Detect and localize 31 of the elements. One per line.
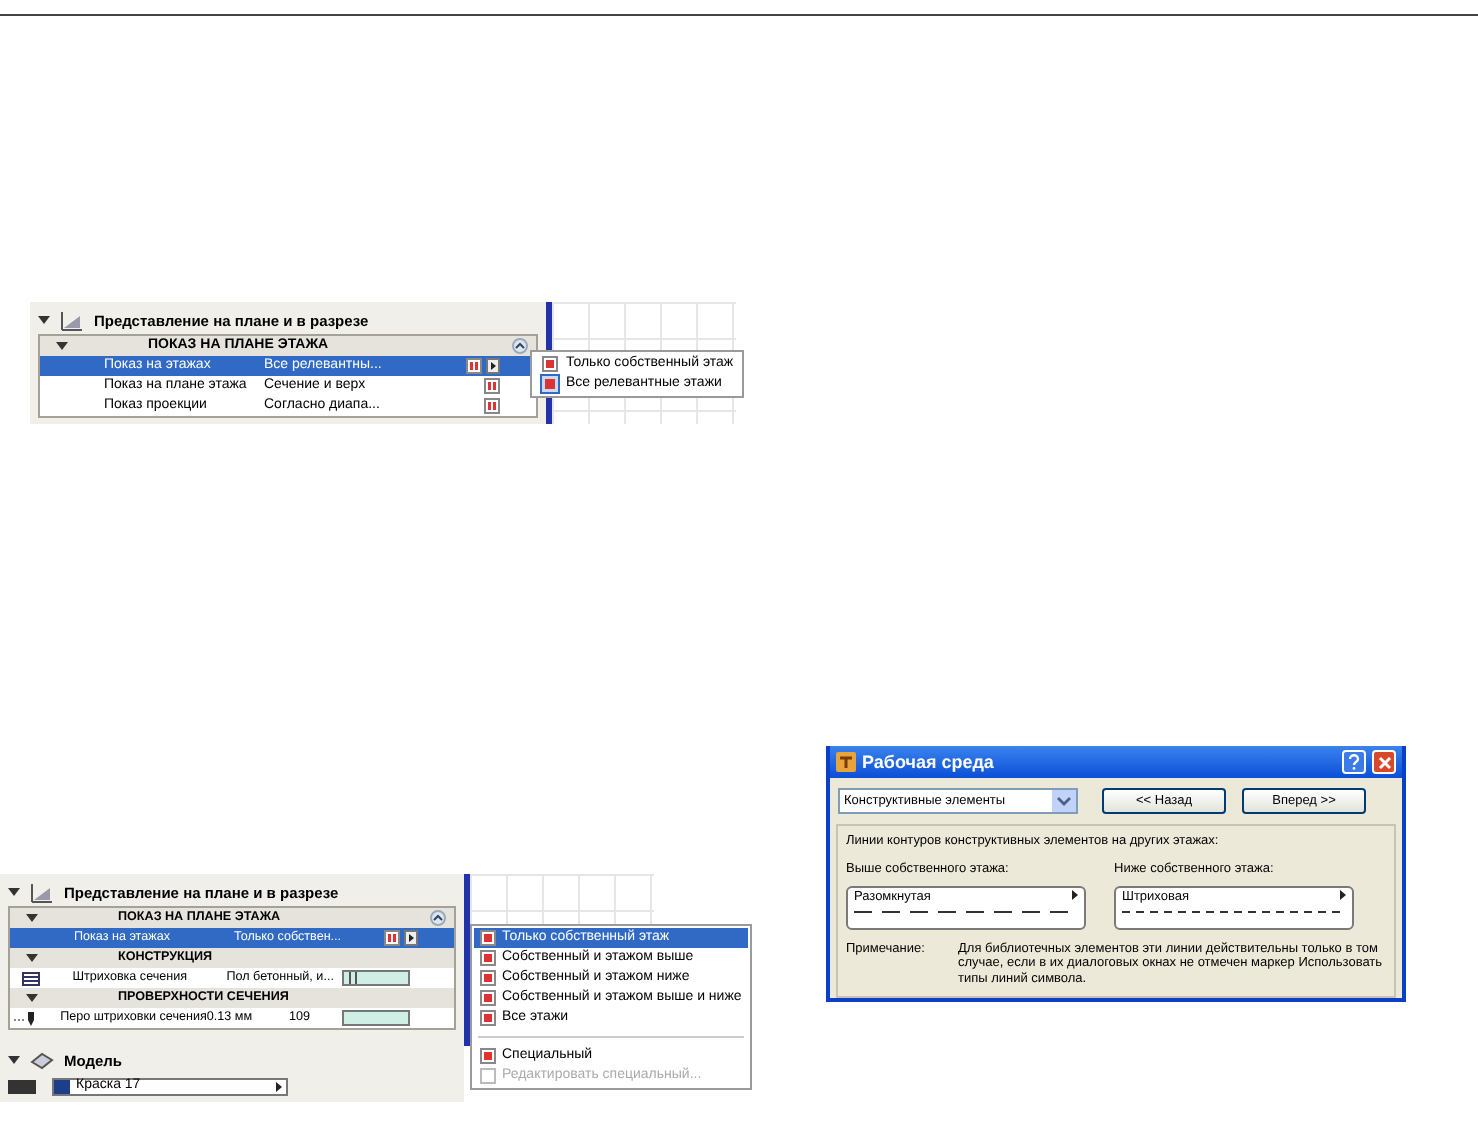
pen-icon	[13, 1010, 38, 1026]
collapse-icon[interactable]	[26, 952, 38, 964]
collapse-icon[interactable]	[26, 992, 38, 1004]
scroll-up-icon[interactable]	[430, 910, 446, 926]
app-icon	[836, 752, 856, 772]
floor-icon	[484, 378, 500, 394]
collapse-toggle-icon[interactable]	[8, 886, 20, 898]
collapse-toggle-icon[interactable]	[38, 314, 50, 326]
scroll-up-icon[interactable]	[512, 338, 528, 354]
help-icon	[1348, 754, 1360, 770]
collapse-icon[interactable]	[26, 912, 38, 924]
window-title: Рабочая среда	[862, 751, 996, 773]
fill-swatch[interactable]	[342, 970, 410, 986]
close-icon	[1377, 755, 1391, 769]
color-swatch	[54, 1080, 70, 1094]
pen-swatch[interactable]	[342, 1010, 410, 1026]
plan-section-icon	[30, 881, 54, 903]
dropdown-arrow-icon[interactable]	[486, 358, 500, 374]
floor-icon	[384, 930, 400, 946]
close-button[interactable]	[1372, 750, 1396, 774]
dropdown-arrow-icon	[276, 1082, 282, 1092]
plan-section-icon	[60, 309, 84, 331]
dropdown-arrow-icon	[1340, 889, 1346, 900]
dropdown-arrow-icon	[1072, 889, 1078, 900]
hatch-icon	[22, 971, 41, 985]
collapse-toggle-icon[interactable]	[8, 1054, 20, 1066]
collapse-icon[interactable]	[56, 340, 68, 352]
dropdown-arrow-icon[interactable]	[404, 930, 418, 946]
model-icon	[30, 1050, 54, 1070]
floor-icon	[466, 358, 482, 374]
help-button[interactable]	[1342, 750, 1366, 774]
